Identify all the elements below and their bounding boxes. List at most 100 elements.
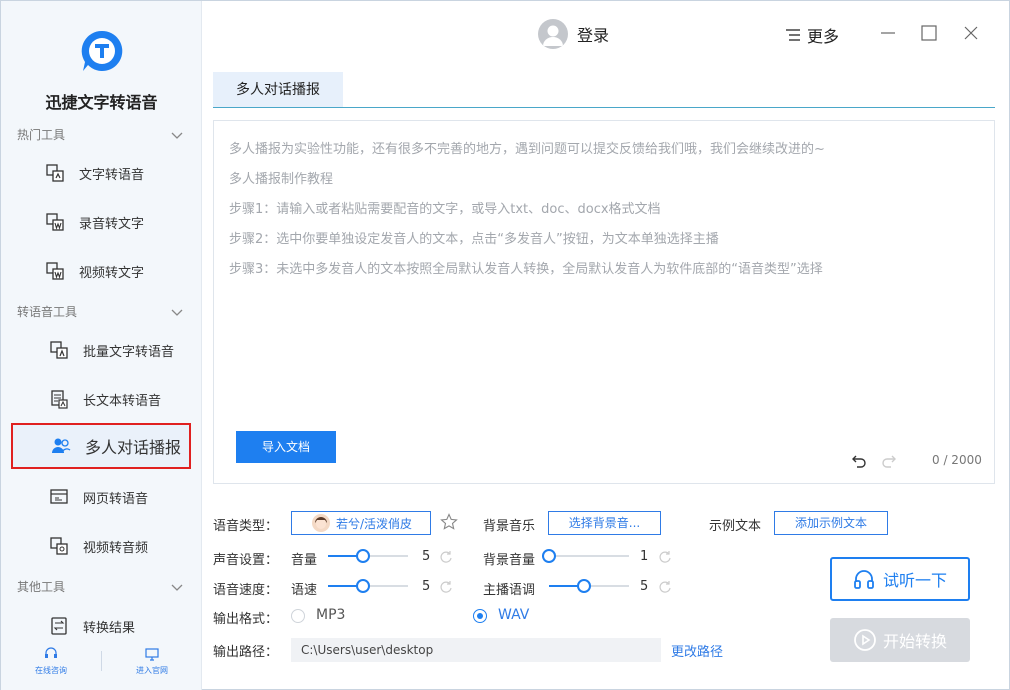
section-speech-tools[interactable]: 转语音工具 [17,303,183,320]
sidebar-item-label: 批量文字转语音 [83,344,175,360]
slider-knob[interactable] [577,579,591,593]
format-mp3-radio[interactable] [291,609,305,623]
sidebar-item-label: 网页转语音 [83,491,149,507]
redo-icon[interactable] [881,453,897,469]
volume-slider[interactable] [328,549,408,563]
sidebar-item-webpage-to-speech[interactable]: 网页转语音 [11,474,191,520]
sidebar-item-label: 多人对话播报 [85,438,182,457]
slider-knob[interactable] [356,549,370,563]
speed-value: 5 [422,579,431,594]
sidebar-item-label: 视频转音频 [83,540,149,556]
section-label: 热门工具 [17,128,66,142]
video-to-audio-icon [50,537,68,555]
headphones-icon [854,570,874,589]
pitch-label: 主播语调 [483,583,536,598]
section-hot-tools[interactable]: 热门工具 [17,126,183,143]
volume-label: 音量 [291,553,318,568]
reset-icon[interactable] [439,580,453,594]
bg-music-label: 背景音乐 [483,519,536,534]
sidebar-item-text-to-speech[interactable]: 文字转语音 [11,150,191,196]
output-path-field[interactable]: C:\Users\user\desktop [291,638,661,662]
choose-bg-music-button[interactable]: 选择背景音... [548,511,661,535]
change-path-link[interactable]: 更改路径 [671,641,723,660]
sidebar-item-label: 长文本转语音 [83,393,162,409]
sidebar-item-label: 录音转文字 [79,216,145,232]
long-text-icon [51,390,68,409]
play-circle-icon [854,629,876,651]
tab-multi-person-dialogue[interactable]: 多人对话播报 [213,72,343,108]
tab-underline [213,107,995,108]
sound-settings-label: 声音设置： [213,553,279,568]
bg-volume-value: 1 [640,549,649,564]
more-menu-button[interactable]: 更多 [785,23,839,47]
pitch-value: 5 [640,579,649,594]
preview-listen-button[interactable]: 试听一下 [830,557,970,601]
bg-volume-slider[interactable] [542,549,629,563]
avatar [538,19,568,49]
reset-icon[interactable] [658,580,672,594]
character-counter: 0 / 2000 [932,453,982,467]
online-consult-label: 在线咨询 [35,666,67,675]
editor-hint: 步骤2：选中你要单独设定发音人的文本，点击“多发音人”按钮，为文本单独选择主播 [229,232,719,247]
preview-listen-label: 试听一下 [882,571,947,590]
import-document-button[interactable]: 导入文档 [236,431,336,463]
text-editor[interactable]: 多人播报为实验性功能，还有很多不完善的地方，遇到问题可以提交反馈给我们哦，我们会… [213,120,995,484]
sidebar-item-label: 视频转文字 [79,265,145,281]
multi-person-icon [52,438,71,454]
login-button[interactable]: 登录 [538,19,609,49]
editor-hint: 步骤1：请输入或者粘贴需要配音的文字，或导入txt、doc、docx格式文档 [229,202,661,217]
format-wav-radio[interactable] [473,609,487,623]
undo-icon[interactable] [851,453,867,469]
sidebar-footer: 在线咨询 进入官网 [1,647,202,681]
monitor-icon [145,648,159,661]
online-consult-link[interactable]: 在线咨询 [21,647,81,676]
sidebar-item-results[interactable]: 转换结果 [11,603,191,649]
sample-text-label: 示例文本 [709,519,762,534]
bg-volume-label: 背景音量 [483,553,536,568]
login-label: 登录 [577,26,610,45]
speed-slider[interactable] [328,579,408,593]
close-icon[interactable] [961,23,981,43]
favorite-star-icon[interactable] [440,513,458,531]
app-name: 迅捷文字转语音 [45,93,158,112]
output-path-label: 输出路径： [213,645,279,660]
format-mp3-label: MP3 [316,607,346,623]
chevron-down-icon [171,309,183,316]
pitch-slider[interactable] [549,579,629,593]
slider-knob[interactable] [542,549,556,563]
app-window: 迅捷文字转语音 热门工具 文字转语音 录音转文字 视频转文字 转语音工具 批量文… [0,0,1010,690]
sidebar-item-video-to-text[interactable]: 视频转文字 [11,248,191,294]
sidebar-item-multi-person-dialogue[interactable]: 多人对话播报 [11,423,191,469]
section-label: 转语音工具 [17,305,78,319]
format-wav-label: WAV [498,607,530,623]
sidebar-item-label: 转换结果 [83,620,136,636]
speech-speed-label: 语音速度： [213,583,279,598]
reset-icon[interactable] [658,550,672,564]
text-to-speech-icon [46,164,64,182]
visit-site-link[interactable]: 进入官网 [122,647,182,676]
chevron-down-icon [171,132,183,139]
visit-site-label: 进入官网 [136,666,168,675]
sidebar-item-label: 文字转语音 [79,167,145,183]
output-format-label: 输出格式： [213,612,279,627]
app-logo-icon [81,30,123,71]
start-convert-button[interactable]: 开始转换 [830,618,970,662]
section-other-tools[interactable]: 其他工具 [17,578,183,595]
slider-knob[interactable] [356,579,370,593]
sidebar: 迅捷文字转语音 热门工具 文字转语音 录音转文字 视频转文字 转语音工具 批量文… [1,1,202,690]
sidebar-item-recording-to-text[interactable]: 录音转文字 [11,199,191,245]
voice-select-button[interactable]: 若兮/活泼俏皮 [291,511,431,535]
consult-icon [45,647,57,658]
editor-hint: 步骤3：未选中多发音人的文本按照全局默认发音人转换，全局默认发音人为软件底部的“… [229,262,823,277]
sidebar-item-batch-text-to-speech[interactable]: 批量文字转语音 [11,327,191,373]
sidebar-item-long-text-to-speech[interactable]: 长文本转语音 [11,376,191,422]
add-sample-text-button[interactable]: 添加示例文本 [774,511,888,535]
maximize-icon[interactable] [919,23,939,43]
menu-icon [786,29,800,41]
reset-icon[interactable] [439,550,453,564]
sidebar-item-video-to-audio[interactable]: 视频转音频 [11,523,191,569]
editor-hint: 多人播报制作教程 [229,172,334,187]
voice-avatar [312,514,330,532]
minimize-icon[interactable] [878,23,898,43]
section-label: 其他工具 [17,580,66,594]
